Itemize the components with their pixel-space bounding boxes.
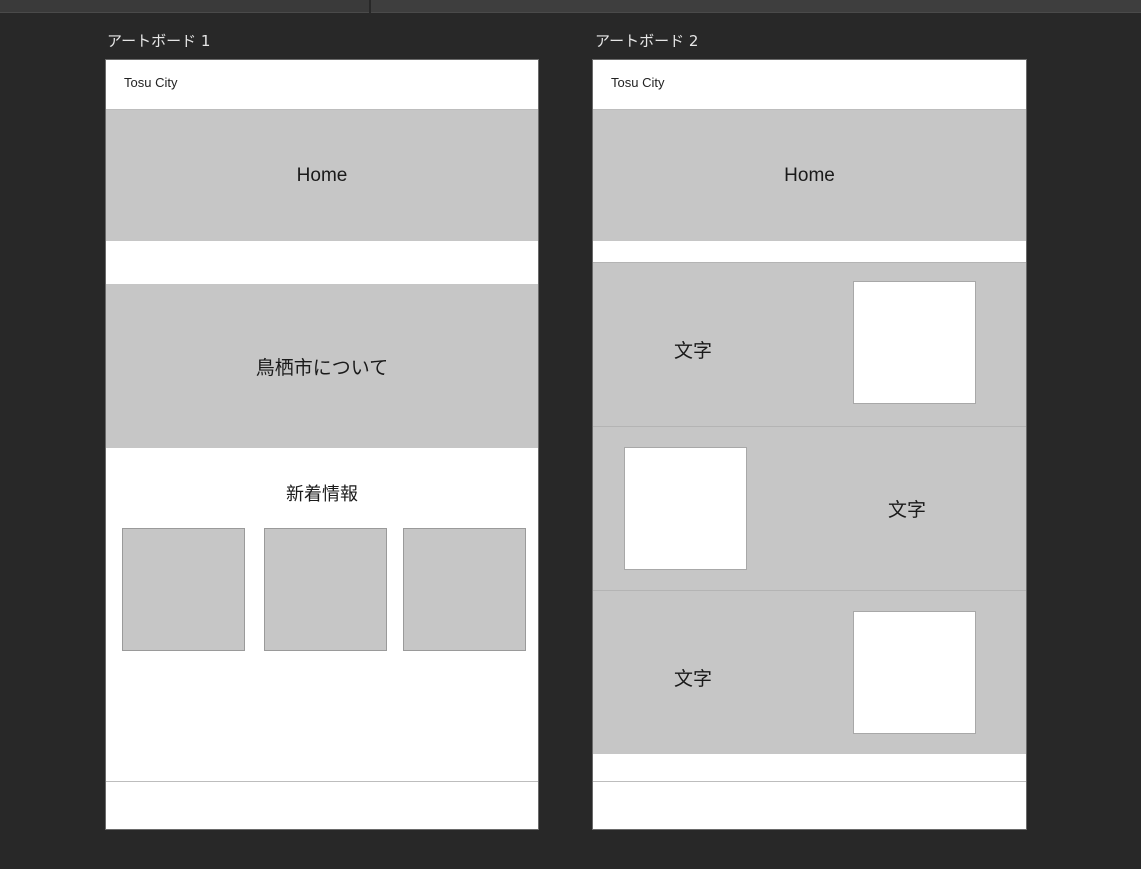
row-image	[853, 611, 976, 734]
artboard-1-title[interactable]: アートボード 1	[107, 32, 210, 50]
feature-row-2: 文字	[593, 426, 1026, 590]
news-card	[264, 528, 387, 651]
hero-home-block: Home	[106, 110, 538, 241]
top-panel-left	[0, 0, 369, 13]
news-card	[403, 528, 526, 651]
about-block: 鳥栖市について	[106, 284, 538, 448]
site-footer	[106, 781, 538, 829]
row-text: 文字	[674, 341, 713, 362]
row-image	[624, 447, 747, 570]
artboard-2-title[interactable]: アートボード 2	[595, 32, 698, 50]
site-header: Tosu City	[106, 60, 538, 110]
top-panel-right	[371, 0, 1141, 13]
news-card	[122, 528, 245, 651]
hero-label: Home	[296, 164, 348, 186]
artboard-1[interactable]: Tosu City Home 鳥栖市について 新着情報	[105, 59, 539, 830]
hero-label: Home	[784, 164, 835, 186]
site-logo: Tosu City	[611, 75, 665, 90]
news-section-title: 新着情報	[286, 484, 358, 504]
hero-home-block: Home	[593, 110, 1026, 241]
row-image	[853, 281, 976, 404]
site-header: Tosu City	[593, 60, 1026, 110]
site-footer	[593, 781, 1026, 829]
row-text: 文字	[888, 500, 927, 521]
row-text: 文字	[674, 669, 713, 690]
feature-row-1: 文字	[593, 262, 1026, 426]
site-logo: Tosu City	[124, 75, 178, 90]
artboard-2[interactable]: Tosu City Home 文字 文字 文字	[592, 59, 1027, 830]
about-label: 鳥栖市について	[255, 357, 389, 379]
feature-row-3: 文字	[593, 590, 1026, 754]
